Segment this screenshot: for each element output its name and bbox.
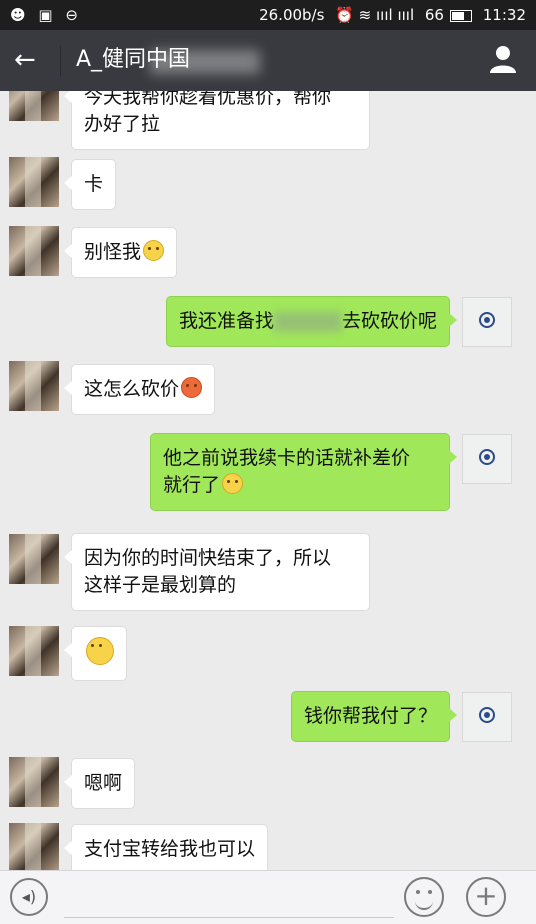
angry-emoji-icon — [181, 377, 203, 398]
message-bubble-received[interactable] — [64, 626, 127, 681]
message-text: 嗯啊 — [84, 772, 123, 794]
message-text: 去砍砍价呢 — [341, 310, 437, 332]
contact-avatar[interactable] — [9, 157, 59, 207]
logo-icon — [479, 449, 495, 465]
contact-avatar[interactable] — [9, 823, 59, 870]
battery-icon — [449, 9, 472, 22]
header-divider — [60, 46, 61, 76]
message-text: 他之前说我续卡的话就补差价 — [163, 447, 411, 469]
message-text: 我还准备找 — [178, 310, 274, 332]
my-avatar[interactable] — [462, 692, 512, 742]
person-icon[interactable] — [488, 44, 518, 74]
message-text: 办好了拉 — [84, 113, 161, 135]
message-input[interactable] — [64, 917, 394, 918]
contact-avatar[interactable] — [9, 626, 59, 676]
message-bubble-received[interactable]: 因为你的时间快结束了，所以 这样子是最划算的 — [64, 533, 370, 611]
message-text: 钱你帮我付了？ — [303, 705, 437, 727]
clock: 11:32 — [482, 6, 526, 24]
message-text: 卡 — [84, 173, 104, 195]
my-avatar[interactable] — [462, 434, 512, 484]
embarrassed-emoji-icon — [143, 240, 165, 261]
voice-icon[interactable]: ◂) — [10, 878, 48, 916]
grin-emoji-icon — [86, 637, 114, 665]
message-bubble-sent[interactable]: 他之前说我续卡的话就补差价 就行了 — [150, 433, 457, 511]
message-text: 就行了 — [163, 474, 221, 496]
status-bar: ☻ ▣ ⊖ 26.00b/s ⏰ ≋ ıııl ıııl 66 11:32 — [0, 0, 536, 30]
message-bubble-received[interactable]: 嗯啊 — [63, 758, 136, 809]
message-bubble-sent[interactable]: 我还准备找 去砍砍价呢 — [165, 296, 458, 347]
contact-avatar[interactable] — [9, 757, 59, 807]
message-text: 这怎么砍价 — [84, 378, 180, 400]
contact-avatar[interactable] — [9, 91, 59, 121]
message-bubble-received[interactable]: 别怪我 — [63, 227, 178, 278]
message-bubble-received[interactable]: 这怎么砍价 — [63, 364, 216, 415]
chat-header: ← A_健同中国 — [0, 30, 536, 91]
status-right: 26.00b/s ⏰ ≋ ıııl ıııl 66 11:32 — [253, 6, 526, 24]
message-text: 别怪我 — [84, 241, 142, 263]
message-bubble-sent[interactable]: 钱你帮我付了？ — [290, 691, 458, 742]
my-avatar[interactable] — [462, 297, 512, 347]
logo-icon — [479, 707, 495, 723]
contact-avatar[interactable] — [9, 534, 59, 584]
message-text: 支付宝转给我也可以 — [84, 838, 256, 860]
back-arrow-icon[interactable]: ← — [14, 46, 36, 74]
message-text: 这样子是最划算的 — [84, 574, 237, 596]
message-text: 今天我帮你趁着优惠价，帮你 — [84, 91, 332, 108]
status-left-icons: ☻ ▣ ⊖ — [10, 6, 82, 24]
network-speed: 26.00b/s — [259, 6, 325, 24]
message-list[interactable]: 今天我帮你趁着优惠价，帮你 办好了拉 卡 别怪我 我还准备找 去砍砍价呢 这怎么砍… — [0, 91, 536, 870]
message-bubble-received[interactable]: 支付宝转给我也可以 — [63, 824, 269, 870]
contact-avatar[interactable] — [9, 361, 59, 411]
contact-avatar[interactable] — [9, 226, 59, 276]
message-bubble-received[interactable]: 卡 — [63, 159, 117, 210]
message-bubble-received[interactable]: 今天我帮你趁着优惠价，帮你 办好了拉 — [64, 91, 370, 150]
battery-level: 66 — [424, 6, 444, 24]
embarrassed-emoji-icon — [222, 473, 244, 494]
logo-icon — [479, 312, 495, 328]
title-redaction — [150, 50, 260, 74]
message-text: 因为你的时间快结束了，所以 — [84, 547, 332, 569]
plus-icon[interactable]: + — [466, 877, 506, 917]
input-bar: ◂) + — [0, 870, 536, 924]
text-redaction — [273, 311, 342, 332]
smiley-icon[interactable] — [404, 877, 444, 917]
signal-icons: ⏰ ≋ ıııl ıııl — [335, 6, 415, 24]
